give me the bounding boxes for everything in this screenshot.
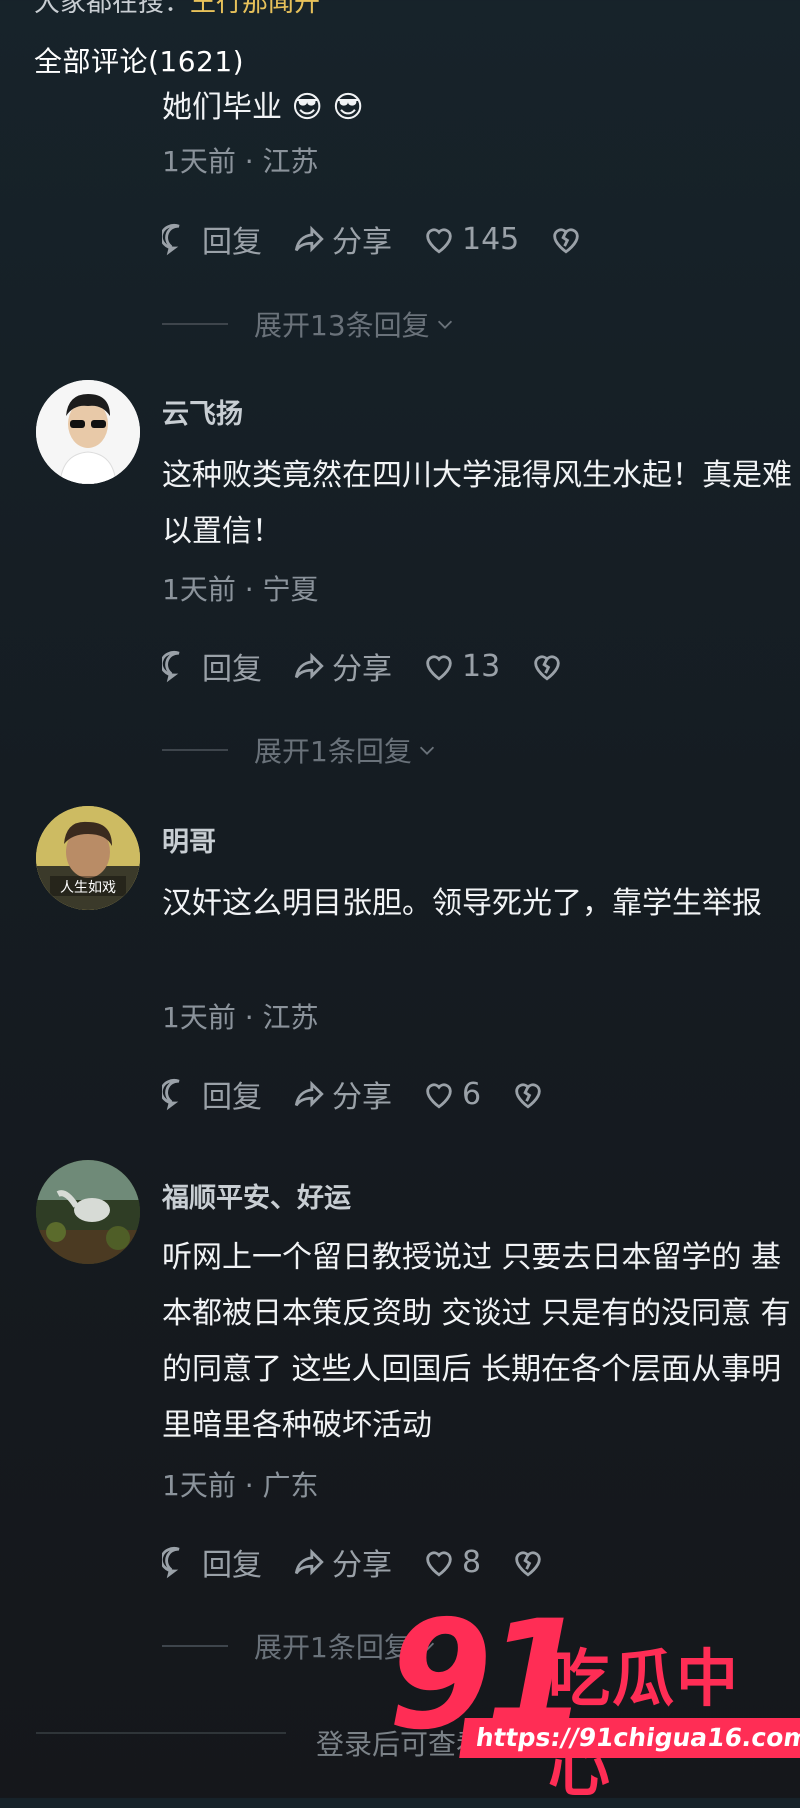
- reply-button[interactable]: 回复: [162, 644, 262, 688]
- comment-author[interactable]: 明哥: [162, 820, 216, 859]
- share-icon: [294, 652, 324, 680]
- comment-text: 她们毕业 😎 😎: [162, 90, 364, 125]
- reply-icon: [162, 651, 180, 683]
- dislike-button[interactable]: [511, 1077, 545, 1111]
- broken-heart-icon: [553, 228, 580, 254]
- avatar[interactable]: [36, 380, 140, 484]
- avatar[interactable]: 人生如戏: [36, 806, 140, 910]
- comment-author[interactable]: 福顺平安、好运: [162, 1176, 351, 1215]
- comment-text: 听网上一个留日教授说过 只要去日本留学的 基本都被日本策反资助 交谈过 只是有的…: [162, 1240, 791, 1443]
- broken-heart-icon: [515, 1551, 541, 1577]
- comment-actions: 回复 分享 8: [162, 1538, 575, 1586]
- comment-text: 汉奸这么明目张胆。领导死光了，靠学生举报: [162, 886, 762, 921]
- dislike-button[interactable]: [530, 649, 564, 683]
- reply-label: 回复: [202, 652, 262, 687]
- broken-heart-icon: [515, 1083, 541, 1109]
- comment-meta: 1天前 · 江苏: [162, 145, 319, 178]
- broken-heart-icon: [534, 655, 560, 681]
- heart-icon: [426, 1083, 452, 1109]
- like-count: 13: [462, 648, 501, 684]
- reply-icon: [162, 224, 180, 256]
- expand-replies-button[interactable]: 展开13条回复: [162, 304, 456, 344]
- like-count: 8: [462, 1544, 482, 1580]
- hot-search-hint[interactable]: 大家都在搜：王行那闻开: [34, 0, 320, 19]
- share-button[interactable]: 分享: [292, 217, 392, 261]
- heart-icon: [426, 228, 452, 254]
- comment-actions: 回复 分享 145: [162, 215, 613, 263]
- reply-label: 回复: [202, 1080, 262, 1115]
- like-count: 6: [462, 1076, 482, 1112]
- expand-replies-label: 展开1条回复: [254, 735, 412, 768]
- like-count: 145: [462, 221, 520, 257]
- hot-search-prefix: 大家都在搜：: [34, 0, 191, 18]
- reply-button[interactable]: 回复: [162, 1540, 262, 1584]
- share-button[interactable]: 分享: [292, 644, 392, 688]
- divider-line: [162, 1645, 228, 1647]
- hot-search-keyword[interactable]: 王行那闻开: [190, 0, 320, 18]
- like-button[interactable]: 13: [422, 649, 500, 684]
- comment-meta: 1天前 · 广东: [162, 1469, 319, 1502]
- dislike-button[interactable]: [549, 222, 583, 256]
- share-label: 分享: [332, 225, 392, 260]
- dislike-button[interactable]: [511, 1545, 545, 1579]
- comment-actions: 回复 分享 6: [162, 1070, 575, 1118]
- expand-replies-label: 展开13条回复: [254, 309, 430, 342]
- comment-actions: 回复 分享 13: [162, 642, 594, 690]
- watermark-url: https://91chigua16.com: [459, 1718, 800, 1758]
- watermark: 91 吃瓜中心 https://91chigua16.com: [388, 1596, 800, 1805]
- chevron-down-icon: [419, 746, 434, 755]
- chevron-down-icon: [437, 320, 452, 329]
- like-button[interactable]: 8: [422, 1545, 481, 1580]
- reply-label: 回复: [202, 1548, 262, 1583]
- share-label: 分享: [332, 652, 392, 687]
- comment-meta: 1天前 · 江苏: [162, 1001, 319, 1034]
- reply-button[interactable]: 回复: [162, 1072, 262, 1116]
- like-button[interactable]: 145: [422, 222, 519, 257]
- share-button[interactable]: 分享: [292, 1540, 392, 1584]
- expand-replies-button[interactable]: 展开1条回复: [162, 730, 438, 770]
- reply-icon: [162, 1079, 180, 1111]
- avatar[interactable]: [36, 1160, 140, 1264]
- reply-button[interactable]: 回复: [162, 217, 262, 261]
- share-icon: [294, 1080, 324, 1108]
- divider-line: [162, 323, 228, 325]
- share-label: 分享: [332, 1080, 392, 1115]
- reply-icon: [162, 1547, 180, 1579]
- avatar-caption: 人生如戏: [60, 880, 116, 896]
- heart-icon: [426, 1551, 452, 1577]
- like-button[interactable]: 6: [422, 1077, 481, 1112]
- share-icon: [294, 225, 324, 253]
- comment-meta: 1天前 · 宁夏: [162, 573, 319, 606]
- share-label: 分享: [332, 1548, 392, 1583]
- reply-label: 回复: [202, 225, 262, 260]
- share-button[interactable]: 分享: [292, 1072, 392, 1116]
- share-icon: [294, 1548, 324, 1576]
- comment-text: 这种败类竟然在四川大学混得风生水起！真是难以置信！: [162, 458, 792, 549]
- comments-count-title: 全部评论(1621): [34, 45, 245, 78]
- footer-divider: [36, 1732, 286, 1734]
- comment-author[interactable]: 云飞扬: [162, 392, 243, 431]
- heart-icon: [426, 655, 452, 681]
- divider-line: [162, 749, 228, 751]
